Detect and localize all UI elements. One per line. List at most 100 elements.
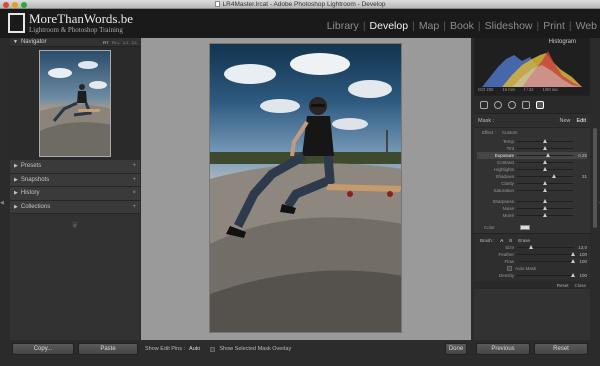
graduated-filter-icon[interactable] [522,100,530,109]
module-map[interactable]: Map [419,20,439,32]
expand-triangle-icon: ▶ [14,203,18,210]
done-button[interactable]: Done [445,343,467,355]
module-web[interactable]: Web [576,20,597,32]
slider-knob[interactable] [571,259,575,263]
brush-a-button[interactable]: A [500,238,503,243]
slider-knob[interactable] [571,273,575,277]
slider-label: Contrast [496,160,514,165]
collections-section[interactable]: ▶ Collections + [10,200,140,214]
brush-feather-slider[interactable]: Feather 100 [477,251,587,258]
slider-highlights[interactable]: Highlights [477,166,587,173]
slider-knob[interactable] [529,245,533,249]
tool-reset-button[interactable]: Reset [557,283,569,288]
slider-exposure[interactable]: Exposure 0.25 [477,152,587,159]
automask-checkbox[interactable] [507,266,512,271]
slider-knob[interactable] [543,167,547,171]
slider-knob[interactable] [543,188,547,192]
paste-button[interactable]: Paste [78,343,138,355]
tool-strip [474,96,590,114]
slider-shadows[interactable]: Shadows 31 [477,173,587,180]
add-preset-icon[interactable]: + [132,163,136,169]
slider-knob[interactable] [543,213,547,217]
mask-overlay-checkbox[interactable] [210,346,216,352]
slider-knob[interactable] [543,139,547,143]
brush-erase-button[interactable]: Erase [518,238,530,243]
slider-knob[interactable] [543,146,547,150]
module-develop[interactable]: Develop [370,20,409,32]
slider-knob[interactable] [543,206,547,210]
slider-noise[interactable]: Noise [477,205,587,212]
zoom-fit[interactable]: FIT [103,40,109,45]
slider-knob[interactable] [551,174,556,178]
slider-knob[interactable] [571,252,575,256]
left-panel: ▼ Navigator FIT FILL 1:1 3:1 ▶ Presets +… [10,38,140,340]
slider-saturation[interactable]: Saturation [477,187,587,194]
crop-tool-icon[interactable] [480,100,488,109]
module-slideshow[interactable]: Slideshow [485,20,533,32]
presets-label: Presets [20,163,42,170]
zoom-window-button[interactable] [21,1,27,8]
scroll-thumb[interactable] [593,128,597,228]
slider-label: Exposure [494,153,514,158]
density-slider[interactable]: Density 100 [477,272,587,279]
add-collection-icon[interactable]: + [132,204,136,210]
color-swatch[interactable] [519,224,530,230]
show-edit-pins-label: Show Edit Pins : [145,346,186,352]
brand-name: MoreThanWords.be [29,11,134,26]
histogram-panel[interactable]: Histogram ISO 200 16 mm f / 22 1/60 sec [474,38,590,96]
copy-button[interactable]: Copy... [12,343,74,355]
red-eye-icon[interactable] [508,100,516,109]
tool-close-button[interactable]: Close [574,283,586,288]
right-panel: Histogram ISO 200 16 mm f / 22 1/60 sec … [474,38,590,340]
navigator-header[interactable]: ▼ Navigator FIT FILL 1:1 3:1 [10,38,140,47]
brush-size-slider[interactable]: Size 13,0 [477,244,587,251]
slider-value[interactable]: 100 [573,252,587,257]
main-photo[interactable] [209,43,402,333]
minimize-window-button[interactable] [12,1,18,8]
left-panel-toggle-icon[interactable]: ◀ [0,200,4,206]
navigator-label: Navigator [20,39,47,45]
spot-removal-icon[interactable] [494,100,502,109]
right-panel-scrollbar[interactable] [591,38,599,340]
window-title: LR4Master.lrcat - Adobe Photoshop Lightr… [222,0,386,8]
slider-tint[interactable]: Tint [477,145,587,152]
slider-contrast[interactable]: Contrast [477,159,587,166]
brush-b-button[interactable]: B [509,238,512,243]
close-window-button[interactable] [3,1,9,8]
previous-button[interactable]: Previous [476,343,530,355]
reset-button[interactable]: Reset [534,343,588,355]
slider-value[interactable]: 100 [573,273,587,278]
slider-value[interactable]: 31 [573,174,587,179]
module-library[interactable]: Library [327,20,359,32]
add-snapshot-icon[interactable]: + [132,177,136,183]
snapshots-section[interactable]: ▶ Snapshots + [10,173,140,187]
zoom-1-1[interactable]: 1:1 [123,40,129,45]
slider-sharpness[interactable]: Sharpness [477,198,587,205]
slider-knob[interactable] [543,160,547,164]
slider-knob[interactable] [545,153,550,157]
history-section[interactable]: ▶ History × [10,187,140,201]
effect-select[interactable]: Custom [502,130,518,135]
zoom-3-1[interactable]: 3:1 [131,40,137,45]
slider-moire[interactable]: Moiré [477,212,587,219]
mask-edit-button[interactable]: Edit [577,118,586,124]
slider-temp[interactable]: Temp [477,138,587,145]
adjustment-brush-icon[interactable] [536,100,544,109]
slider-value[interactable]: 13,0 [573,245,587,250]
presets-section[interactable]: ▶ Presets + [10,160,140,174]
mask-new-button[interactable]: New [560,118,571,124]
aperture: f / 22 [524,87,534,92]
photo-canvas[interactable] [141,38,471,340]
navigator-thumbnail[interactable] [39,50,111,157]
clear-history-icon[interactable]: × [132,190,136,196]
show-edit-pins-select[interactable]: Auto [189,346,200,352]
slider-knob[interactable] [543,181,547,185]
slider-value[interactable]: 0.25 [573,153,587,158]
slider-clarity[interactable]: Clarity [477,180,587,187]
slider-knob[interactable] [543,199,547,203]
module-print[interactable]: Print [543,20,565,32]
slider-value[interactable]: 100 [573,259,587,264]
module-book[interactable]: Book [450,20,474,32]
zoom-fill[interactable]: FILL [112,40,120,45]
brush-flow-slider[interactable]: Flow 100 [477,258,587,265]
